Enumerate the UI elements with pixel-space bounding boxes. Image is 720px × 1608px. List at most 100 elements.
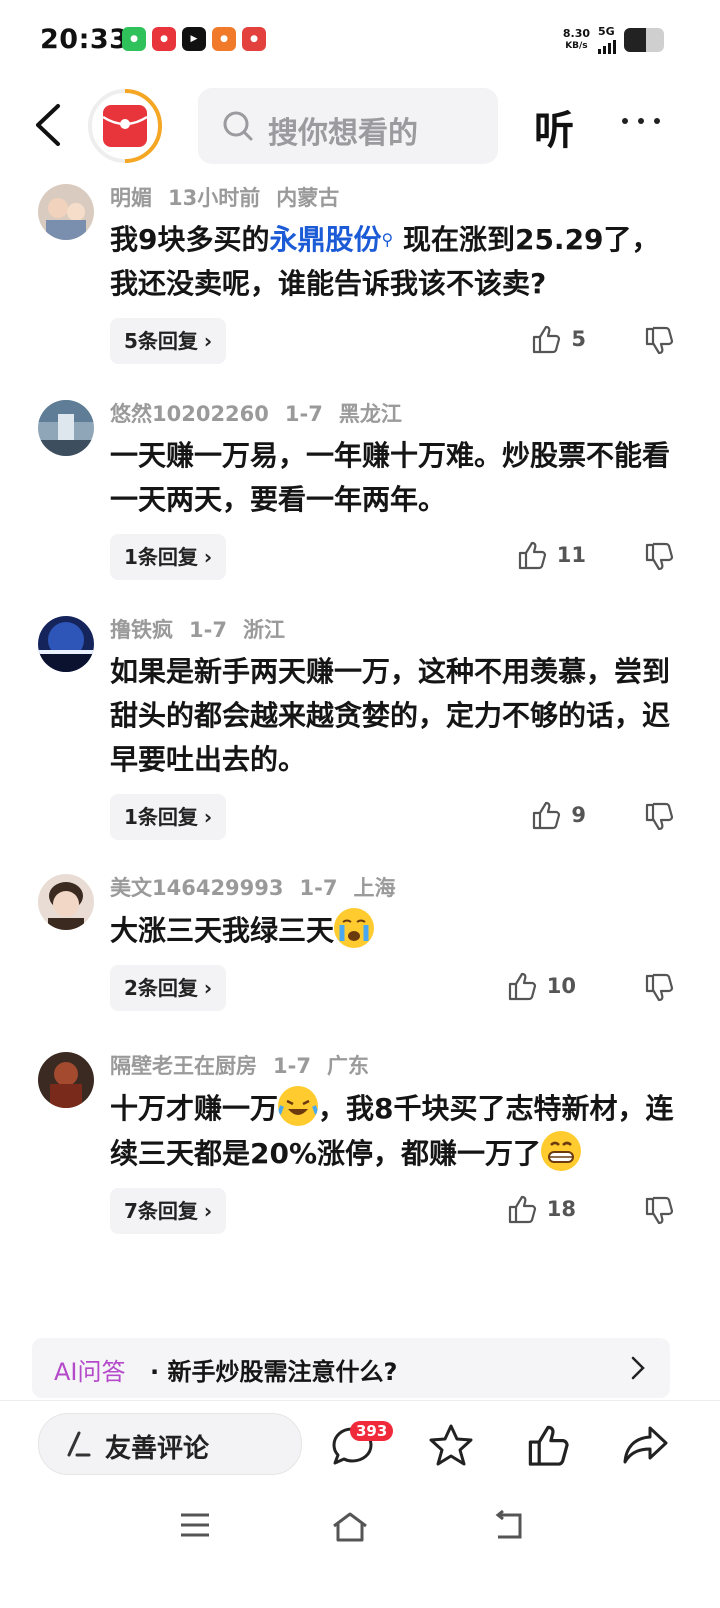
comment-location: 浙江 (242, 618, 285, 642)
ai-question-bar[interactable]: AI问答 · 新手炒股需注意什么? (32, 1338, 670, 1398)
thumbs-down-icon[interactable] (644, 973, 674, 1003)
red-app-icon: ● (152, 27, 176, 51)
battery-icon (624, 28, 664, 52)
replies-button[interactable]: 1条回复 › (110, 534, 227, 580)
comment-time: 1-7 (189, 618, 227, 642)
comment-username[interactable]: 隔壁老王在厨房 (110, 1054, 257, 1078)
comment-item: 隔壁老王在厨房 1-7 广东 十万才赚一万 ，我8千块买了志特新材，连续三天都是20%… (0, 1046, 720, 1308)
comment-item: 撸铁疯 1-7 浙江 如果是新手两天赚一万，这种不用羡慕，尝到甜头的都会越来越贪婪的… (0, 610, 720, 868)
like-count: 9 (571, 803, 586, 827)
like-button[interactable]: 9 (531, 800, 586, 830)
back-nav-icon[interactable] (490, 1510, 526, 1542)
comment-meta: 撸铁疯 1-7 浙江 (110, 610, 680, 650)
menu-icon[interactable] (178, 1510, 212, 1540)
thumbs-down-icon[interactable] (644, 802, 674, 832)
friendly-comment-input[interactable]: 友善评论 (38, 1413, 302, 1475)
comment-text: 一天赚一万易，一年赚十万难。炒股票不能看一天两天，要看一年两年。 (110, 439, 671, 516)
network-indicator: 5G (598, 26, 616, 54)
replies-button[interactable]: 5条回复 › (110, 318, 227, 364)
crying-emoji-icon (334, 908, 375, 948)
like-button[interactable]: 10 (507, 971, 576, 1001)
comment-item: 悠然10202260 1-7 黑龙江 一天赚一万易，一年赚十万难。炒股票不能看一天两… (0, 394, 720, 610)
comment-time: 1-7 (299, 876, 338, 900)
pen-icon (67, 1431, 91, 1457)
thumbs-up-icon (508, 972, 536, 1001)
bottom-action-bar: 友善评论 393 (0, 1400, 720, 1489)
like-count: 11 (556, 543, 586, 567)
more-options-icon[interactable] (622, 118, 660, 124)
thumbs-up-icon (508, 1195, 536, 1224)
avatar[interactable] (38, 400, 94, 456)
home-icon[interactable] (330, 1510, 370, 1544)
avatar[interactable] (38, 1052, 94, 1108)
avatar[interactable] (38, 616, 94, 672)
pumpkin-app-icon: ● (212, 27, 236, 51)
channel-logo-icon[interactable] (86, 87, 164, 165)
clown-app-icon: ● (242, 27, 266, 51)
avatar[interactable] (38, 874, 94, 930)
ai-question-text: · 新手炒股需注意什么? (150, 1358, 398, 1386)
chevron-right-icon (631, 1356, 645, 1380)
signal-icon (598, 38, 616, 54)
like-count: 5 (571, 327, 586, 351)
laughing-tears-emoji-icon (278, 1086, 319, 1126)
like-count: 10 (546, 974, 576, 998)
notification-icons: ● ● ▶ ● ● (122, 27, 266, 51)
comment-item: 美文146429993 1-7 上海 大涨三天我绿三天 2条回复 › 10 (0, 868, 720, 1046)
listen-button[interactable]: 听 (534, 98, 574, 156)
comment-list: 明媚 13小时前 内蒙古 我9块多买的永鼎股份⚲ 现在涨到25.29了，我还没卖呢，… (0, 178, 720, 1308)
comment-meta: 明媚 13小时前 内蒙古 (110, 178, 680, 218)
comment-text: 大涨三天我绿三天 (110, 908, 680, 953)
comment-meta: 美文146429993 1-7 上海 (110, 868, 680, 908)
comment-time: 13小时前 (168, 186, 261, 210)
thumbs-up-icon (533, 325, 561, 354)
thumbs-up-icon (518, 541, 546, 570)
stock-search-icon: ⚲ (381, 230, 394, 249)
stock-link[interactable]: 永鼎股份 (269, 223, 381, 256)
replies-button[interactable]: 2条回复 › (110, 965, 227, 1011)
comment-username[interactable]: 撸铁疯 (110, 618, 173, 642)
grinning-emoji-icon (541, 1131, 582, 1171)
comment-time: 1-7 (273, 1054, 311, 1078)
search-input[interactable]: 搜你想看的 (198, 88, 498, 164)
replies-button[interactable]: 7条回复 › (110, 1188, 227, 1234)
like-button[interactable]: 11 (517, 540, 586, 570)
top-nav: 搜你想看的 听 (0, 84, 720, 166)
status-bar: 20:33 ● ● ▶ ● ● 8.30 KB/s 5G (0, 0, 720, 80)
comment-location: 黑龙江 (338, 402, 402, 426)
comment-text: 我9块多买的永鼎股份⚲ 现在涨到25.29了，我还没卖呢，谁能告诉我该不该卖? (110, 223, 660, 300)
system-nav-bar (0, 1490, 720, 1608)
thumbs-down-icon[interactable] (644, 1196, 674, 1226)
thumbs-up-icon[interactable] (526, 1423, 570, 1467)
like-count: 18 (546, 1197, 576, 1221)
comment-location: 内蒙古 (276, 186, 340, 210)
comment-username[interactable]: 明媚 (110, 186, 152, 210)
search-icon (223, 111, 253, 141)
wechat-icon: ● (122, 27, 146, 51)
comment-text: 如果是新手两天赚一万，这种不用羡慕，尝到甜头的都会越来越贪婪的，定力不够的话，迟… (110, 655, 671, 776)
comment-time: 1-7 (284, 402, 323, 426)
network-speed: 8.30 KB/s (562, 27, 590, 52)
comment-location: 广东 (326, 1054, 369, 1078)
like-button[interactable]: 5 (531, 324, 586, 354)
comment-meta: 隔壁老王在厨房 1-7 广东 (110, 1046, 680, 1086)
comment-username[interactable]: 悠然10202260 (110, 402, 269, 426)
back-arrow-icon[interactable] (30, 102, 70, 148)
comment-meta: 悠然10202260 1-7 黑龙江 (110, 394, 680, 434)
friendly-comment-label: 友善评论 (105, 1434, 210, 1464)
star-icon[interactable] (428, 1423, 474, 1467)
comment-count-badge: 393 (350, 1421, 394, 1441)
share-icon[interactable] (622, 1423, 670, 1467)
comment-item: 明媚 13小时前 内蒙古 我9块多买的永鼎股份⚲ 现在涨到25.29了，我还没卖呢，… (0, 178, 720, 394)
comment-text: 十万才赚一万 ，我8千块买了志特新材，连续三天都是20%涨停，都赚一万了 (110, 1086, 680, 1176)
comment-location: 上海 (353, 876, 396, 900)
status-time: 20:33 (40, 24, 129, 55)
replies-button[interactable]: 1条回复 › (110, 794, 227, 840)
play-app-icon: ▶ (182, 27, 206, 51)
like-button[interactable]: 18 (507, 1194, 576, 1224)
thumbs-down-icon[interactable] (644, 542, 674, 572)
thumbs-down-icon[interactable] (644, 326, 674, 356)
avatar[interactable] (38, 184, 94, 240)
ai-qa-label: AI问答 (54, 1358, 126, 1386)
comment-username[interactable]: 美文146429993 (110, 876, 284, 900)
